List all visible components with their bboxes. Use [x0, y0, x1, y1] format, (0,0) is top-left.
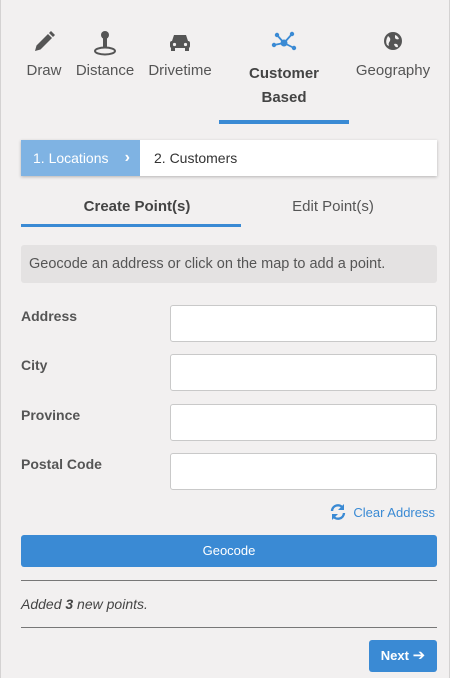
clear-address-label: Clear Address: [353, 504, 435, 520]
address-input[interactable]: [170, 305, 437, 342]
tab-drivetime[interactable]: Drivetime: [144, 30, 216, 79]
tab-label: Draw: [26, 62, 62, 79]
status-prefix: Added: [21, 596, 66, 612]
next-button[interactable]: Next ➔: [369, 640, 437, 672]
tab-label-line2: Based: [261, 89, 307, 106]
side-panel: Draw Distance Drivetime Customer Based G…: [0, 0, 450, 678]
next-label: Next: [380, 648, 409, 663]
tab-create-points[interactable]: Create Point(s): [33, 190, 241, 224]
city-label: City: [21, 357, 48, 373]
tab-draw[interactable]: Draw: [21, 30, 67, 79]
status-count: 3: [65, 596, 74, 612]
tab-label-line1: Customer: [248, 65, 319, 82]
active-tab-indicator: [219, 120, 349, 124]
network-icon: [227, 30, 341, 56]
mode-tabs: Draw Distance Drivetime Customer Based G…: [1, 30, 450, 130]
car-icon: [144, 30, 216, 56]
step-wizard: 1. Locations › 2. Customers: [21, 140, 437, 176]
arrow-right-icon: ➔: [412, 647, 426, 664]
province-input[interactable]: [170, 404, 437, 441]
instruction-banner: Geocode an address or click on the map t…: [21, 245, 437, 283]
active-subtab-indicator: [21, 224, 241, 227]
location-pin-icon: [72, 30, 138, 56]
globe-icon: [351, 30, 435, 56]
tab-geography[interactable]: Geography: [351, 30, 435, 79]
chevron-right-icon: ›: [124, 149, 130, 166]
refresh-icon: [331, 504, 346, 520]
status-suffix: new points.: [73, 596, 148, 612]
tab-distance[interactable]: Distance: [72, 30, 138, 79]
point-tabs: Create Point(s) Edit Point(s): [21, 190, 437, 228]
postal-code-label: Postal Code: [21, 456, 102, 472]
step-customers[interactable]: 2. Customers: [154, 140, 237, 176]
pencil-icon: [21, 30, 67, 56]
step-locations[interactable]: 1. Locations ›: [21, 140, 140, 176]
province-label: Province: [21, 407, 81, 423]
clear-address-link[interactable]: Clear Address: [329, 503, 435, 521]
divider: [21, 627, 437, 628]
status-message: Added 3 new points.: [21, 596, 148, 612]
step-label: 2. Customers: [154, 150, 238, 166]
tab-label: Distance: [75, 62, 135, 79]
tab-edit-points[interactable]: Edit Point(s): [229, 190, 437, 224]
step-label: 1. Locations: [33, 150, 109, 166]
divider: [21, 580, 437, 581]
tab-label: Geography: [355, 62, 431, 79]
address-label: Address: [21, 308, 78, 324]
tab-customer-based[interactable]: Customer Based: [227, 30, 341, 110]
postal-code-input[interactable]: [170, 453, 437, 490]
tab-label: Drivetime: [148, 62, 212, 79]
geocode-button[interactable]: Geocode: [21, 535, 437, 567]
city-input[interactable]: [170, 354, 437, 391]
